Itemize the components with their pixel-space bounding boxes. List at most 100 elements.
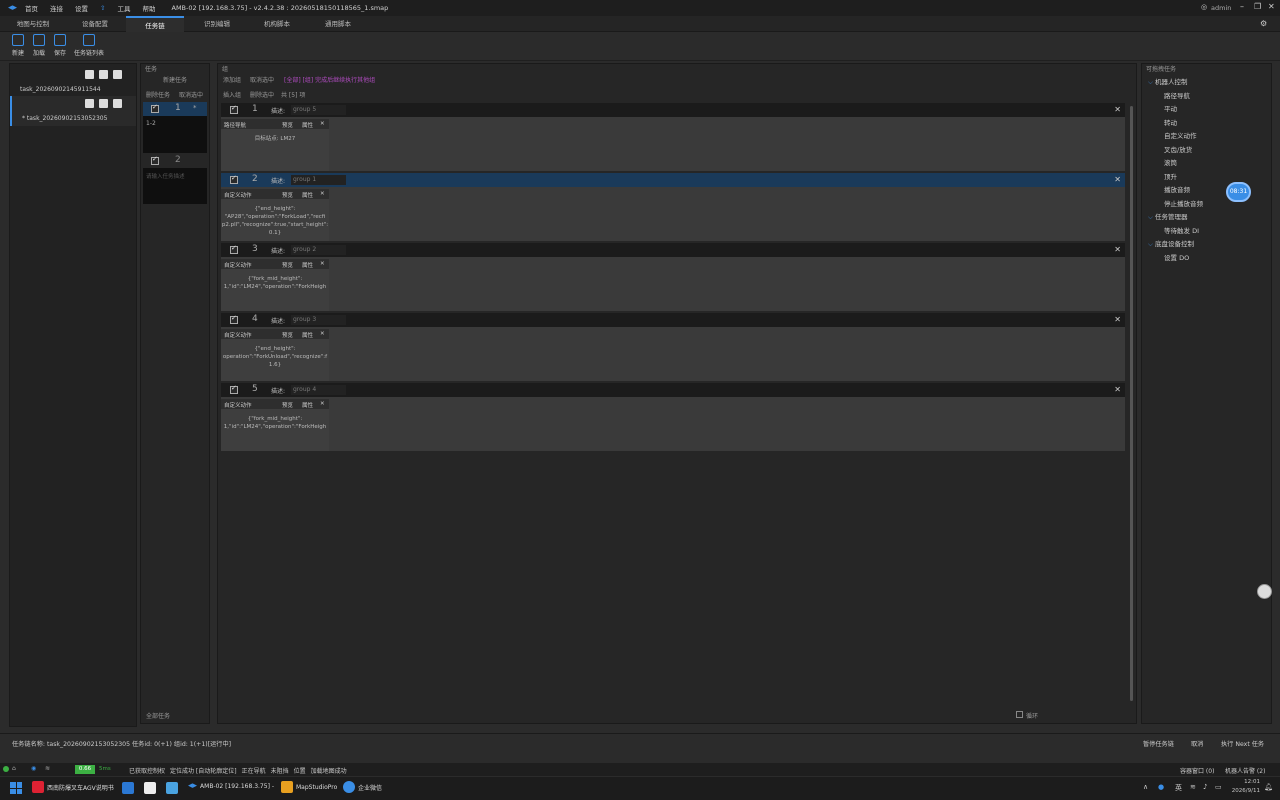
- tab-map-control[interactable]: 地图与控制: [8, 16, 58, 32]
- group-desc-input[interactable]: group 3: [291, 315, 346, 325]
- remote-desktop-icon[interactable]: [166, 782, 178, 794]
- network-icon[interactable]: ≋: [1190, 783, 1196, 791]
- pause-task-chain-button[interactable]: 暂停任务链: [1143, 739, 1174, 748]
- delete-selected-button[interactable]: 删除选中: [250, 90, 274, 99]
- taskbar-app-mapstudio[interactable]: MapStudioPro: [281, 781, 337, 793]
- group-header[interactable]: 2 描述: group 1 ✕: [221, 173, 1125, 187]
- word-icon[interactable]: [122, 782, 134, 794]
- group-desc-input[interactable]: group 5: [291, 105, 346, 115]
- properties-button[interactable]: 属性: [302, 121, 313, 129]
- close-icon[interactable]: ✕: [320, 331, 325, 337]
- menu-help[interactable]: 帮助: [143, 3, 156, 13]
- user-name[interactable]: admin: [1211, 4, 1231, 12]
- menu-home[interactable]: 首页: [25, 3, 38, 13]
- group-mode-links[interactable]: [全部] [组] 完成后继续执行其他组: [284, 75, 375, 84]
- tree-item[interactable]: 停止播放音频: [1164, 198, 1203, 208]
- tab-recognition-edit[interactable]: 识别编辑: [192, 16, 242, 32]
- properties-button[interactable]: 属性: [302, 331, 313, 339]
- lock-icon[interactable]: [85, 99, 94, 108]
- cancel-button[interactable]: 取消: [1191, 739, 1203, 748]
- edit-icon[interactable]: [99, 99, 108, 108]
- properties-button[interactable]: 属性: [302, 191, 313, 199]
- task-description-area[interactable]: 1-2: [143, 116, 207, 153]
- task-checkbox[interactable]: [151, 103, 159, 113]
- group-block[interactable]: 3 描述: group 2 ✕ 自定义动作 预览 属性 ✕ {"fork_mid_height"…: [221, 243, 1125, 311]
- group-desc-input[interactable]: group 2: [291, 245, 346, 255]
- new-task-button[interactable]: 新建任务: [163, 75, 187, 84]
- all-tasks-button[interactable]: 全部任务: [146, 711, 170, 720]
- close-icon[interactable]: ✕: [320, 191, 325, 197]
- insert-group-button[interactable]: 插入组: [223, 90, 241, 99]
- upload-icon[interactable]: ⇧: [100, 4, 105, 12]
- minimize-icon[interactable]: –: [1240, 2, 1244, 11]
- group-block[interactable]: 2 描述: group 1 ✕ 自定义动作 预览 属性 ✕ {"end_height": "AP…: [221, 173, 1125, 241]
- group-header[interactable]: 3 描述: group 2 ✕: [221, 243, 1125, 257]
- tab-settings-icon[interactable]: ⚙: [1260, 19, 1267, 28]
- task-row-header[interactable]: 1 *: [143, 102, 207, 116]
- taskbar-app-wecom[interactable]: 企业微信: [343, 781, 382, 793]
- properties-button[interactable]: 属性: [302, 401, 313, 409]
- file-icon[interactable]: [144, 782, 156, 794]
- close-icon[interactable]: ✕: [1268, 2, 1275, 11]
- loop-checkbox[interactable]: [1016, 711, 1023, 718]
- close-icon[interactable]: ✕: [1114, 315, 1121, 324]
- group-header[interactable]: 4 描述: group 3 ✕: [221, 313, 1125, 327]
- battery-icon[interactable]: ▭: [1215, 783, 1222, 791]
- group-desc-input[interactable]: group 4: [291, 385, 346, 395]
- group-block[interactable]: 4 描述: group 3 ✕ 自定义动作 预览 属性 ✕ {"end_height": ope…: [221, 313, 1125, 381]
- tray-app-icon[interactable]: ●: [1158, 783, 1164, 791]
- close-icon[interactable]: ✕: [320, 261, 325, 267]
- clock-time[interactable]: 12:01: [1236, 779, 1260, 785]
- tab-device-config[interactable]: 设备配置: [70, 16, 120, 32]
- taskbar-app-robokit[interactable]: ◂▸ AMB-02 [192.168.3.75] -: [188, 781, 274, 791]
- tree-group[interactable]: ⌵ 机器人控制: [1148, 76, 1188, 87]
- action-card[interactable]: 自定义动作 预览 属性 ✕ {"end_height": "AP28","operati…: [221, 189, 329, 241]
- task-chain-item-selected[interactable]: * task_20260902153052305: [10, 96, 136, 126]
- group-checkbox[interactable]: [230, 244, 238, 254]
- close-icon[interactable]: ✕: [320, 121, 325, 127]
- action-card[interactable]: 自定义动作 预览 属性 ✕ {"end_height": operation":"For…: [221, 329, 329, 381]
- notification-icon[interactable]: 🔔︎: [1264, 783, 1273, 791]
- volume-icon[interactable]: ♪: [1203, 783, 1207, 791]
- preview-button[interactable]: 预览: [282, 261, 293, 269]
- robot-alarm-button[interactable]: 机器人告警 (2): [1225, 766, 1265, 775]
- group-block[interactable]: 1 描述: group 5 ✕ 路径导航 预览 属性 ✕ 目标站点: LM27: [221, 103, 1125, 171]
- tree-item[interactable]: 路径导航: [1164, 90, 1190, 100]
- user-icon[interactable]: ◎: [1201, 3, 1207, 11]
- delete-task-button[interactable]: 删除任务: [146, 90, 170, 99]
- preview-button[interactable]: 预览: [282, 121, 293, 129]
- group-desc-input[interactable]: group 1: [291, 175, 346, 185]
- cancel-select-button[interactable]: 取消选中: [250, 75, 274, 84]
- tree-item[interactable]: 等待触发 DI: [1164, 225, 1199, 235]
- action-card[interactable]: 自定义动作 预览 属性 ✕ {"fork_mid_height": 1,"id":"LM…: [221, 399, 329, 451]
- action-card[interactable]: 路径导航 预览 属性 ✕ 目标站点: LM27: [221, 119, 329, 171]
- tree-item[interactable]: 播放音频: [1164, 184, 1190, 194]
- group-block[interactable]: 5 描述: group 4 ✕ 自定义动作 预览 属性 ✕ {"fork_mid_height"…: [221, 383, 1125, 451]
- load-button[interactable]: 加载: [30, 34, 48, 57]
- close-icon[interactable]: ✕: [320, 401, 325, 407]
- group-header[interactable]: 1 描述: group 5 ✕: [221, 103, 1125, 117]
- preview-button[interactable]: 预览: [282, 331, 293, 339]
- timer-bubble[interactable]: 08:31: [1226, 182, 1251, 202]
- preview-button[interactable]: 预览: [282, 191, 293, 199]
- tree-item[interactable]: 叉齿/放货: [1164, 144, 1192, 154]
- group-header[interactable]: 5 描述: group 4 ✕: [221, 383, 1125, 397]
- group-checkbox[interactable]: [230, 174, 238, 184]
- tree-item[interactable]: 自定义动作: [1164, 130, 1197, 140]
- task-row-header[interactable]: 2: [143, 154, 207, 168]
- preview-button[interactable]: 预览: [282, 401, 293, 409]
- taskbar-app-wps[interactable]: 西南防爆叉车AGV说明书: [32, 781, 114, 793]
- add-group-button[interactable]: 添加组: [223, 75, 241, 84]
- task-checkbox[interactable]: [151, 155, 159, 165]
- tree-group[interactable]: ⌵ 任务管理器: [1148, 211, 1188, 222]
- lock-icon[interactable]: [85, 70, 94, 79]
- clock-date[interactable]: 2026/9/11: [1228, 788, 1260, 794]
- tree-item[interactable]: 平动: [1164, 103, 1177, 113]
- group-checkbox[interactable]: [230, 314, 238, 324]
- tab-mechanism-script[interactable]: 机构脚本: [252, 16, 302, 32]
- action-card[interactable]: 自定义动作 预览 属性 ✕ {"fork_mid_height": 1,"id":"LM…: [221, 259, 329, 311]
- group-checkbox[interactable]: [230, 104, 238, 114]
- task-chain-item[interactable]: task_20260902145911544: [10, 67, 136, 97]
- group-scrollbar[interactable]: [1130, 106, 1133, 701]
- cancel-select-button[interactable]: 取消选中: [179, 90, 203, 99]
